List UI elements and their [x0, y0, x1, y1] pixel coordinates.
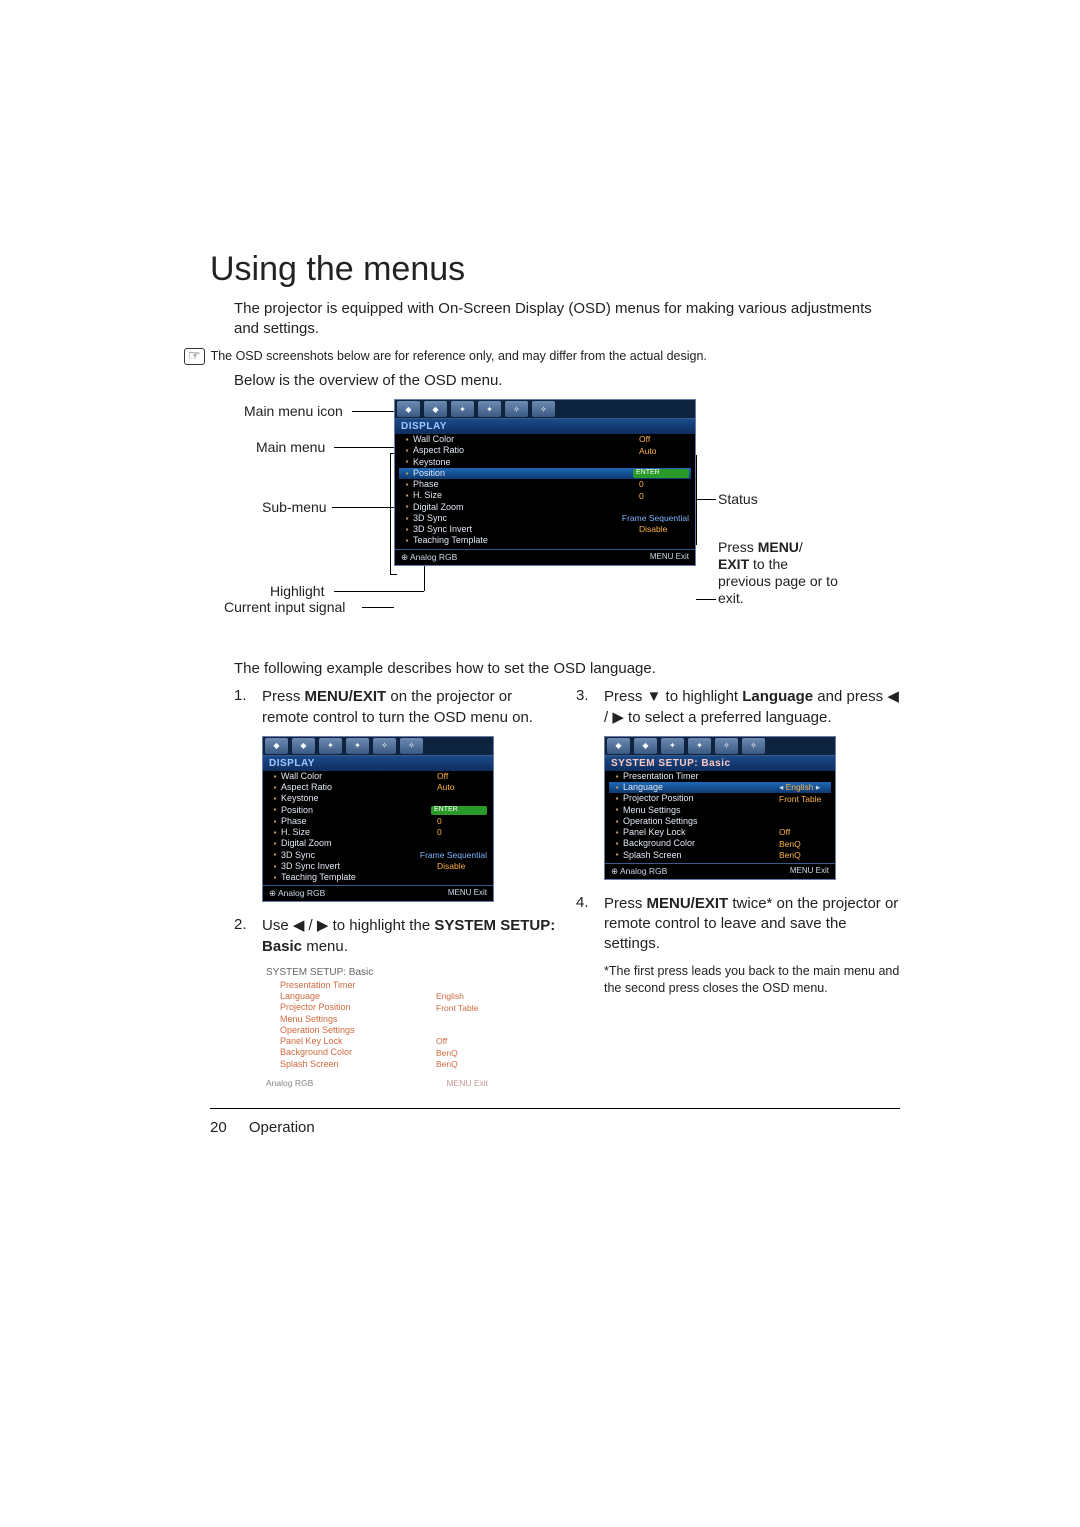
section-name: Operation	[249, 1119, 315, 1136]
osd-row: ▪Wall ColorOff	[267, 771, 489, 782]
step-1: Press MENU/EXIT on the projector or remo…	[262, 687, 558, 728]
overview-lead: Below is the overview of the OSD menu.	[234, 371, 900, 391]
step-2: Use ◀ / ▶ to highlight the SYSTEM SETUP:…	[262, 916, 558, 957]
step-number: 3.	[576, 687, 590, 728]
down-icon: ▼	[647, 688, 662, 705]
osd-row: ▪Keystone	[267, 793, 489, 804]
osd-row: ▪H. Size0	[267, 827, 489, 838]
osd-row: ▪3D SyncFrame Sequential	[267, 850, 489, 861]
osd-row: ▪Keystone	[399, 457, 691, 468]
osd-tab-icon: ✧	[532, 401, 555, 417]
page-number: 20	[210, 1119, 227, 1136]
steps-columns: 1. Press MENU/EXIT on the projector or r…	[234, 687, 900, 1090]
page-heading: Using the menus	[210, 250, 900, 289]
osd-row: ▪3D Sync InvertDisable	[399, 524, 691, 535]
osd-row: ▪Background ColorBenQ	[609, 838, 831, 849]
osd-foot-right: MENU Exit	[650, 552, 689, 563]
note-icon: ☞	[184, 348, 205, 365]
osd-row: ▪Background ColorBenQ	[266, 1047, 488, 1058]
footnote: *The first press leads you back to the m…	[604, 963, 900, 997]
intro-text: The projector is equipped with On-Screen…	[234, 299, 900, 340]
label-highlight: Highlight	[270, 583, 324, 599]
osd-row: ▪Panel Key LockOff	[609, 827, 831, 838]
osd-screenshot-main: ◆ ◆ ✦ ✦ ✧ ✧ DISPLAY ▪Wall ColorOff▪Aspec…	[394, 399, 696, 566]
osd-row: ▪Operation Settings	[266, 1025, 488, 1036]
osd-row: ▪Digital Zoom	[399, 502, 691, 513]
osd-row: ▪PositionENTER	[399, 468, 691, 479]
osd-tab-row: ◆ ◆ ✦ ✦ ✧ ✧	[395, 400, 695, 419]
osd-title: DISPLAY	[395, 419, 695, 434]
example-lead: The following example describes how to s…	[234, 659, 900, 679]
osd-row: ▪3D Sync InvertDisable	[267, 861, 489, 872]
osd-row: ▪LanguageEnglish	[266, 991, 488, 1002]
label-status: Status	[718, 491, 758, 507]
note-text: The OSD screenshots below are for refere…	[211, 348, 707, 364]
left-right-icon: ◀ / ▶	[293, 917, 329, 934]
osd-row: ▪Wall ColorOff	[399, 434, 691, 445]
osd-overview-diagram: Main menu icon Main menu Sub-menu Highli…	[234, 399, 900, 649]
osd-screenshot-step1: ◆◆✦✦✧✧ DISPLAY ▪Wall ColorOff▪Aspect Rat…	[262, 736, 494, 903]
osd-tab-icon: ✦	[451, 401, 474, 417]
osd-row: ▪Phase0	[267, 816, 489, 827]
osd-tab-icon: ✧	[505, 401, 528, 417]
osd-row: ▪H. Size0	[399, 490, 691, 501]
osd-row: ▪Projector PositionFront Table	[266, 1002, 488, 1013]
osd-row: ▪Panel Key LockOff	[266, 1036, 488, 1047]
page-footer: 20 Operation	[210, 1119, 900, 1136]
osd-row: ▪PositionENTER	[267, 805, 489, 816]
label-press-menu: Press MENU/ EXIT to the previous page or…	[718, 539, 838, 606]
osd-screenshot-step2: SYSTEM SETUP: Basic ▪Presentation Timer▪…	[262, 965, 492, 1090]
osd-tab-icon: ◆	[397, 401, 420, 417]
osd-row: ▪3D SyncFrame Sequential	[399, 513, 691, 524]
osd-row: ▪Splash ScreenBenQ	[266, 1059, 488, 1070]
osd-row: ▪Menu Settings	[609, 805, 831, 816]
divider	[210, 1108, 900, 1109]
step-4: Press MENU/EXIT twice* on the projector …	[604, 894, 900, 955]
osd-row: ▪Presentation Timer	[609, 771, 831, 782]
osd-row: ▪Phase0	[399, 479, 691, 490]
osd-row: ▪LanguageEnglish	[609, 782, 831, 793]
osd-tab-icon: ◆	[424, 401, 447, 417]
osd-row: ▪Splash ScreenBenQ	[609, 850, 831, 861]
osd-row: ▪Projector PositionFront Table	[609, 793, 831, 804]
osd-row: ▪Aspect RatioAuto	[267, 782, 489, 793]
osd-tab-icon: ✦	[478, 401, 501, 417]
step-3: Press ▼ to highlight Language and press …	[604, 687, 900, 728]
osd-row: ▪Teaching Template	[399, 535, 691, 546]
osd-row: ▪Presentation Timer	[266, 980, 488, 991]
osd-row: ▪Menu Settings	[266, 1014, 488, 1025]
step-number: 1.	[234, 687, 248, 728]
step-number: 2.	[234, 916, 248, 957]
osd-foot-left: ⊕ Analog RGB	[401, 552, 457, 563]
osd-row: ▪Operation Settings	[609, 816, 831, 827]
step-number: 4.	[576, 894, 590, 955]
label-main-menu-icon: Main menu icon	[244, 403, 343, 419]
osd-row: ▪Digital Zoom	[267, 838, 489, 849]
osd-screenshot-step3: ◆◆✦✦✧✧ SYSTEM SETUP: Basic ▪Presentation…	[604, 736, 836, 880]
label-current-input: Current input signal	[224, 599, 345, 615]
osd-row: ▪Aspect RatioAuto	[399, 445, 691, 456]
label-main-menu: Main menu	[256, 439, 325, 455]
osd-row: ▪Teaching Template	[267, 872, 489, 883]
label-sub-menu: Sub-menu	[262, 499, 327, 515]
